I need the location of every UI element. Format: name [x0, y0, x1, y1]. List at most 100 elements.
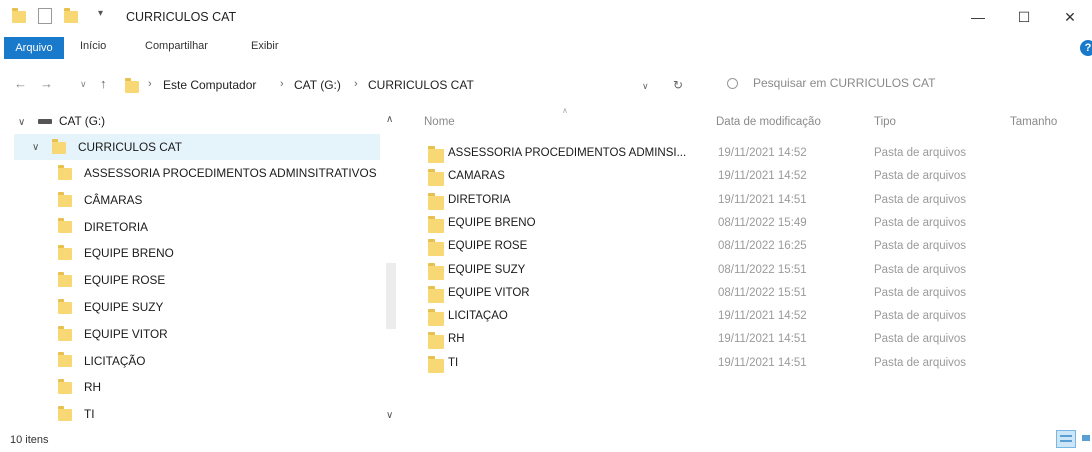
file-row[interactable]: LICITAÇÃO 19/11/2021 14:52 Pasta de arquiv…: [424, 307, 1044, 329]
folder-icon: [428, 239, 444, 257]
file-type: Pasta de arquivos: [874, 193, 967, 206]
folder-icon: [428, 262, 444, 280]
tree-item-folder[interactable]: EQUIPE ROSE: [58, 272, 165, 295]
file-row[interactable]: EQUIPE VITOR 08/11/2022 15:51 Pasta de arq…: [424, 284, 1044, 306]
breadcrumb-separator-icon[interactable]: ›: [148, 78, 152, 90]
scroll-down-arrow[interactable]: ∨: [386, 410, 393, 421]
tree-item-folder[interactable]: CÂMARAS: [58, 191, 143, 215]
chevron-down-icon[interactable]: ∨: [32, 142, 39, 153]
file-date-modified: 08/11/2022 16:25: [718, 240, 807, 253]
file-row[interactable]: EQUIPE SUZY 08/11/2022 15:51 Pasta de arqu…: [424, 261, 1044, 283]
tree-item-folder[interactable]: RH: [58, 379, 102, 402]
file-type: Pasta de arquivos: [874, 286, 967, 299]
tree-item-label: ASSESSORIA PROCEDIMENTOS ADMINSITRATIVOS: [84, 166, 377, 180]
minimize-button[interactable]: —: [958, 5, 998, 29]
file-name: LICITAÇÃO: [448, 310, 508, 323]
maximize-button[interactable]: ☐: [1004, 5, 1044, 29]
file-name: DIRETORIA: [448, 193, 511, 206]
properties-icon[interactable]: [38, 8, 52, 24]
breadcrumb-separator-icon[interactable]: ›: [354, 78, 358, 90]
file-row[interactable]: DIRETORIA 19/11/2021 14:51 Pasta de arquiv…: [424, 191, 1044, 213]
tree-item-label: DIRETORIA: [84, 219, 149, 234]
breadcrumb-cat-drive[interactable]: CAT (G:): [294, 78, 341, 92]
file-name: EQUIPE BRENO: [448, 216, 536, 229]
search-input[interactable]: Pesquisar em CURRICULOS CAT: [753, 76, 935, 90]
file-row[interactable]: ASSESSORIA PROCEDIMENTOS ADMINSI... 19/11…: [424, 144, 1044, 166]
tree-item-folder[interactable]: EQUIPE BRENO: [58, 245, 174, 268]
tree-item-label: CURRICULOS CAT: [78, 140, 182, 154]
file-name: ASSESSORIA PROCEDIMENTOS ADMINSI...: [448, 147, 687, 159]
forward-button[interactable]: →: [40, 76, 53, 91]
search-icon: [727, 78, 738, 89]
address-bar[interactable]: › Este Computador › CAT (G:) › CURRICULO…: [117, 73, 697, 97]
file-row[interactable]: TI 19/11/2021 14:51 Pasta de arquivos: [424, 354, 1044, 376]
file-row[interactable]: EQUIPE BRENO 08/11/2022 15:49 Pasta de arq…: [424, 214, 1044, 236]
folder-icon: [428, 332, 444, 350]
scroll-up-arrow[interactable]: ∧: [386, 114, 393, 125]
sort-ascending-icon: ∧: [562, 106, 568, 115]
ribbon-tabs: Arquivo Início Compartilhar Exibir ?: [0, 37, 1092, 61]
up-button[interactable]: ↑: [100, 76, 107, 91]
folder-icon: [428, 355, 444, 373]
file-row[interactable]: EQUIPE ROSE 08/11/2022 16:25 Pasta de arqu…: [424, 237, 1044, 259]
file-type: Pasta de arquivos: [874, 170, 967, 183]
customize-toolbar-icon[interactable]: ▾: [98, 8, 103, 19]
status-item-count: 10 itens: [10, 434, 49, 446]
close-button[interactable]: ✕: [1050, 5, 1090, 29]
tree-item-label: TI: [84, 407, 95, 422]
tree-item-folder[interactable]: EQUIPE SUZY: [58, 298, 163, 322]
folder-icon: [58, 325, 72, 341]
column-header-tamanho[interactable]: Tamanho: [1010, 116, 1057, 128]
tree-item-label: RH: [84, 380, 102, 395]
breadcrumb-curriculos-cat[interactable]: CURRICULOS CAT: [368, 78, 474, 92]
folder-icon: [428, 146, 444, 163]
file-row[interactable]: RH 19/11/2021 14:51 Pasta de arquivos: [424, 330, 1044, 352]
file-name: EQUIPE SUZY: [448, 263, 526, 276]
file-date-modified: 08/11/2022 15:51: [718, 263, 807, 276]
file-row[interactable]: CÂMARAS 19/11/2021 14:52 Pasta de arquivos: [424, 167, 1044, 189]
drive-icon: [38, 119, 52, 125]
file-type: Pasta de arquivos: [874, 310, 967, 323]
tree-item-label: LICITAÇÃO: [84, 353, 146, 368]
details-view-button[interactable]: [1056, 430, 1076, 448]
tree-item-folder[interactable]: ASSESSORIA PROCEDIMENTOS ADMINSITRATIVOS: [58, 164, 377, 188]
tree-item-folder[interactable]: LICITAÇÃO: [58, 352, 146, 376]
scrollbar-thumb[interactable]: [386, 263, 396, 329]
breadcrumb-separator-icon[interactable]: ›: [280, 78, 284, 90]
tab-exibir[interactable]: Exibir: [251, 40, 279, 52]
tab-arquivo[interactable]: Arquivo: [4, 37, 64, 59]
folder-icon: [58, 191, 72, 207]
file-name: EQUIPE VITOR: [448, 286, 530, 299]
tree-item-folder[interactable]: TI: [58, 406, 95, 429]
file-type: Pasta de arquivos: [874, 147, 967, 159]
new-folder-icon[interactable]: [64, 8, 78, 23]
folder-icon: [125, 78, 139, 93]
chevron-down-icon[interactable]: ∨: [18, 117, 25, 128]
recent-locations-button[interactable]: ∨: [80, 79, 87, 90]
tree-item-label: EQUIPE VITOR: [84, 326, 168, 341]
tab-inicio[interactable]: Início: [80, 40, 106, 52]
tree-item-drive[interactable]: CAT (G:): [38, 114, 105, 136]
column-header-tipo[interactable]: Tipo: [874, 116, 896, 128]
tree-item-current[interactable]: CURRICULOS CAT: [52, 138, 182, 162]
large-icons-view-button[interactable]: [1078, 430, 1092, 446]
tree-item-label: EQUIPE BRENO: [84, 246, 174, 261]
tab-compartilhar[interactable]: Compartilhar: [145, 40, 208, 52]
refresh-button[interactable]: ↻: [673, 78, 683, 92]
column-header-data[interactable]: Data de modificação: [716, 116, 821, 128]
tree-item-folder[interactable]: EQUIPE VITOR: [58, 325, 168, 349]
column-header-nome[interactable]: Nome: [424, 116, 455, 128]
breadcrumb-este-computador[interactable]: Este Computador: [163, 78, 256, 92]
file-type: Pasta de arquivos: [874, 216, 967, 229]
back-button[interactable]: ←: [14, 76, 27, 91]
tree-item-label: CÂMARAS: [84, 192, 143, 207]
address-dropdown-button[interactable]: ∨: [642, 81, 649, 92]
folder-icon: [428, 215, 444, 233]
tree-item-label: CAT (G:): [59, 114, 106, 128]
folder-icon: [58, 352, 72, 368]
folder-icon: [58, 379, 72, 395]
help-icon[interactable]: ?: [1080, 40, 1092, 56]
folder-icon: [58, 218, 72, 234]
file-name: CÂMARAS: [448, 170, 505, 183]
tree-item-folder[interactable]: DIRETORIA: [58, 218, 149, 242]
